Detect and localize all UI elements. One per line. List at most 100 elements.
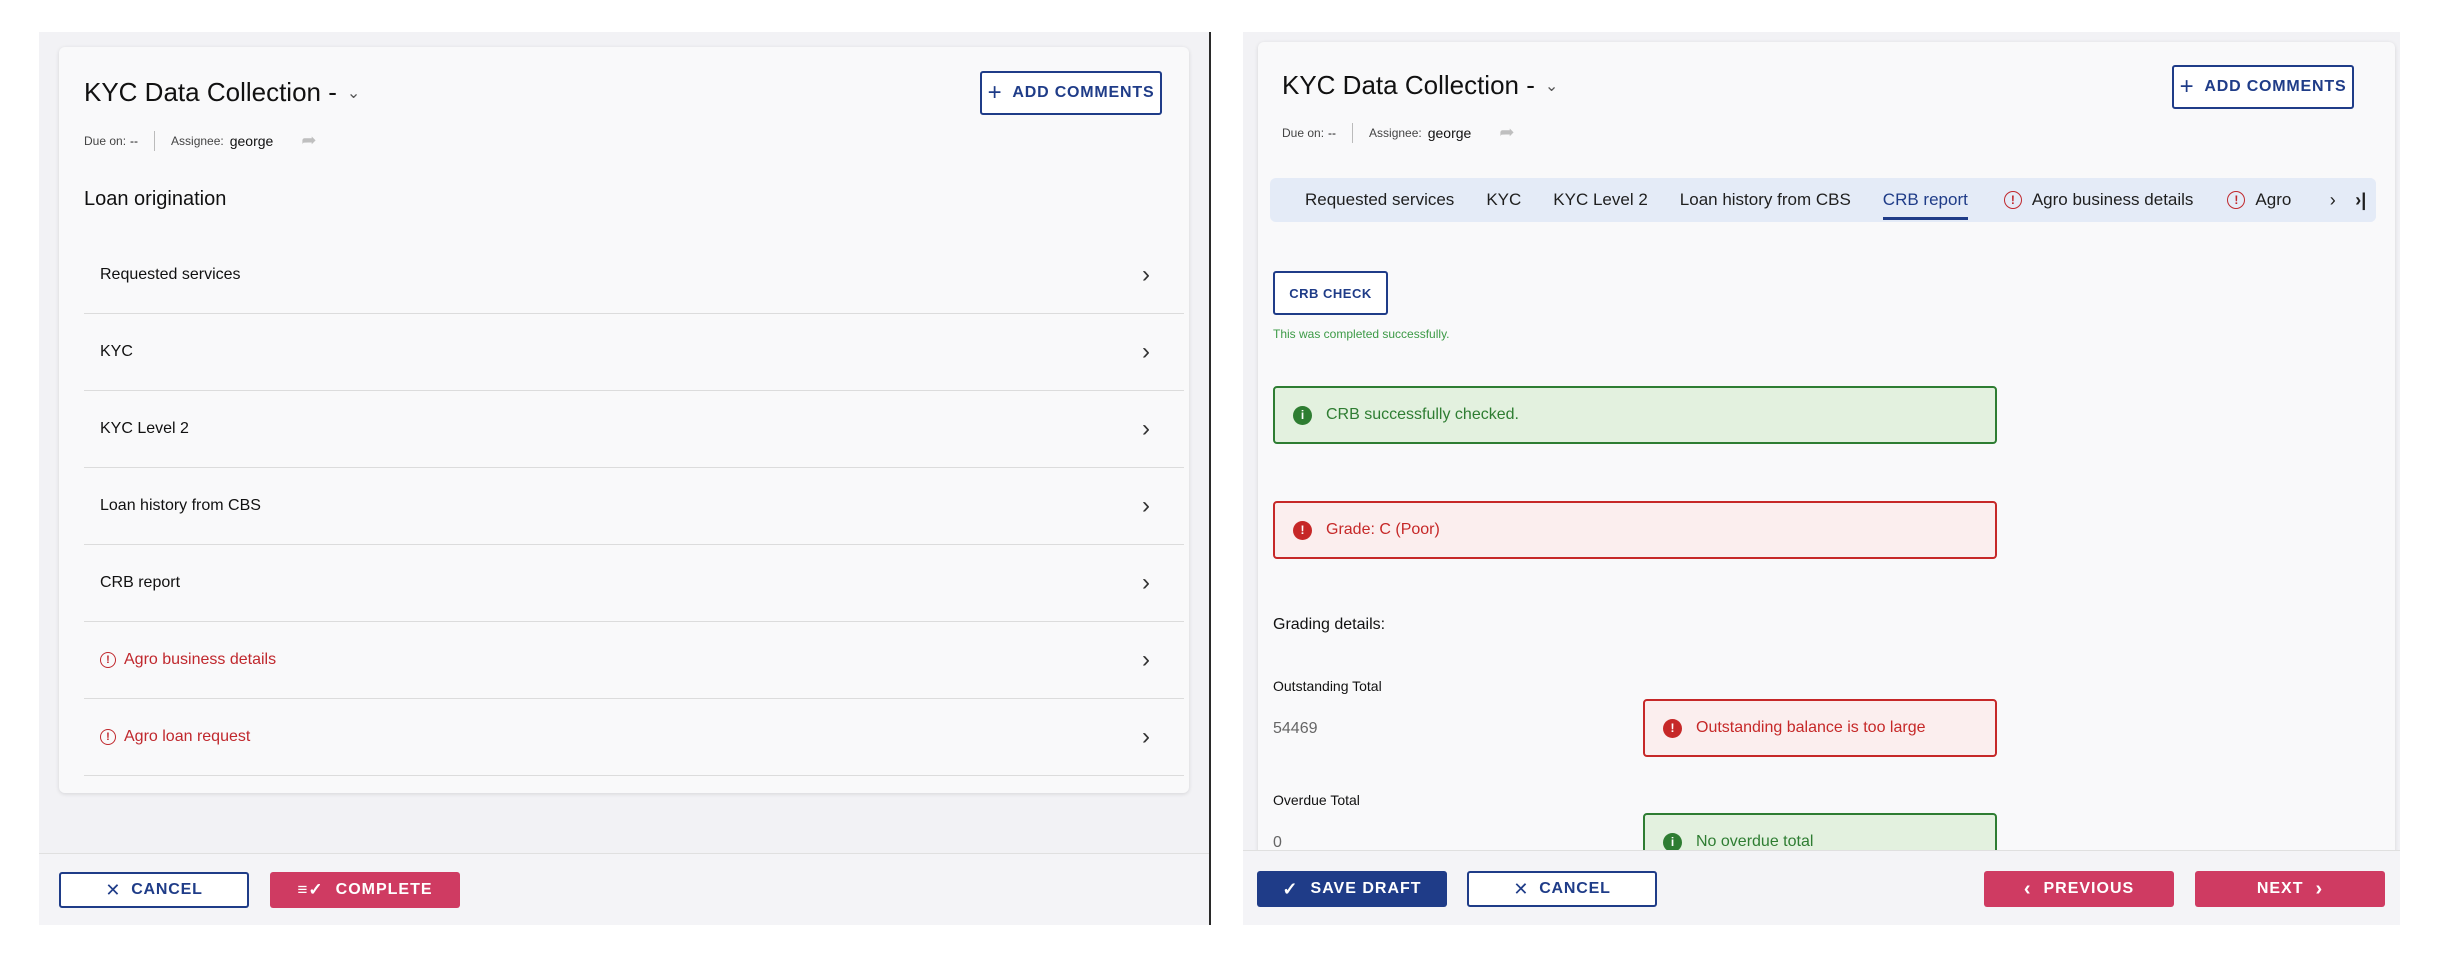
list-item-loan-history[interactable]: Loan history from CBS ›	[84, 468, 1184, 545]
left-panel: KYC Data Collection - ⌄ Due on: -- Assig…	[39, 32, 1211, 925]
cancel-label: CANCEL	[1539, 880, 1611, 897]
tab-loan-history[interactable]: Loan history from CBS	[1664, 178, 1867, 222]
complete-label: COMPLETE	[335, 881, 433, 898]
due-value: --	[130, 133, 139, 148]
list-item-crb-report[interactable]: CRB report ›	[84, 545, 1184, 622]
task-meta: Due on: -- Assignee: george ➦	[84, 130, 316, 151]
assignee-value: george	[1427, 124, 1472, 141]
panel-divider	[1209, 32, 1211, 925]
list-item-kyc-level-2[interactable]: KYC Level 2 ›	[84, 391, 1184, 468]
alert-text: Outstanding balance is too large	[1696, 719, 1926, 736]
list-item-kyc[interactable]: KYC ›	[84, 314, 1184, 391]
success-icon: i	[1663, 832, 1682, 852]
completed-message: This was completed successfully.	[1273, 327, 1450, 341]
crb-success-alert: i CRB successfully checked.	[1273, 386, 1997, 444]
tab-label: Agro	[2255, 190, 2292, 209]
tab-label: KYC	[1486, 190, 1522, 209]
last-page-icon[interactable]: ›|	[2355, 190, 2366, 211]
previous-label: PREVIOUS	[2043, 880, 2135, 897]
task-card: KYC Data Collection - ⌄ Due on: -- Assig…	[59, 47, 1189, 793]
tab-agro-business-details[interactable]: ! Agro business details	[1984, 178, 2210, 222]
add-comments-button[interactable]: + ADD COMMENTS	[980, 71, 1162, 115]
tab-crb-report[interactable]: CRB report	[1867, 178, 1984, 222]
assignee-label: Assignee:	[171, 133, 224, 148]
tab-scroll-controls: › ›|	[2320, 178, 2376, 222]
task-title-text: KYC Data Collection -	[84, 77, 337, 107]
list-item-label: Agro loan request	[124, 728, 251, 745]
check-icon: ✓	[1282, 878, 1299, 899]
list-item-agro-loan-request[interactable]: ! Agro loan request ›	[84, 699, 1184, 776]
error-icon: !	[1293, 520, 1312, 540]
tab-label: CRB report	[1882, 190, 1968, 209]
save-draft-label: SAVE DRAFT	[1310, 880, 1422, 897]
success-icon: i	[1293, 405, 1312, 425]
tab-label: Agro business details	[2031, 190, 2194, 209]
list-item-label: KYC	[100, 343, 133, 360]
meta-divider	[154, 130, 156, 151]
task-title-text: KYC Data Collection -	[1282, 70, 1535, 100]
error-icon: !	[2227, 191, 2246, 209]
left-footer: ✕ CANCEL ≡✓ COMPLETE	[39, 853, 1211, 925]
error-icon: !	[1663, 718, 1682, 738]
crb-check-button[interactable]: CRB CHECK	[1273, 271, 1388, 315]
chevron-right-icon: ›	[1142, 338, 1150, 365]
list-item-agro-business-details[interactable]: ! Agro business details ›	[84, 622, 1184, 699]
assignee-label: Assignee:	[1369, 125, 1422, 140]
next-button[interactable]: NEXT ›	[2195, 871, 2385, 907]
chevron-right-icon[interactable]: ›	[2330, 190, 2336, 211]
crb-check-label: CRB CHECK	[1289, 285, 1372, 301]
tab-kyc-level-2[interactable]: KYC Level 2	[1537, 178, 1664, 222]
alert-text: CRB successfully checked.	[1326, 406, 1519, 423]
list-item-label: Agro business details	[124, 651, 277, 668]
alert-text: Grade: C (Poor)	[1326, 521, 1440, 538]
section-title: Loan origination	[84, 188, 227, 210]
close-icon: ✕	[105, 879, 122, 900]
tab-label: Requested services	[1305, 190, 1455, 209]
due-label: Due on:	[84, 133, 127, 148]
close-icon: ✕	[1513, 878, 1530, 899]
cancel-button[interactable]: ✕ CANCEL	[1467, 871, 1657, 907]
next-label: NEXT	[2256, 880, 2304, 897]
chevron-right-icon: ›	[1142, 569, 1150, 596]
outstanding-total-value: 54469	[1273, 720, 1318, 737]
error-icon: !	[100, 729, 116, 745]
task-title[interactable]: KYC Data Collection - ⌄	[1282, 70, 1558, 101]
task-card: KYC Data Collection - ⌄ Due on: -- Assig…	[1258, 42, 2395, 925]
task-title[interactable]: KYC Data Collection - ⌄	[84, 77, 360, 108]
tabs-bar: Requested services KYC KYC Level 2 Loan …	[1270, 178, 2376, 222]
share-icon[interactable]: ➦	[301, 130, 316, 151]
cancel-button[interactable]: ✕ CANCEL	[59, 872, 249, 908]
chevron-right-icon: ›	[1142, 261, 1150, 288]
outstanding-total-label: Outstanding Total	[1273, 678, 1382, 694]
chevron-left-icon: ‹	[2023, 877, 2032, 900]
list-item-requested-services[interactable]: Requested services ›	[84, 237, 1184, 314]
add-comments-button[interactable]: + ADD COMMENTS	[2172, 65, 2354, 109]
chevron-right-icon: ›	[1142, 415, 1150, 442]
save-draft-button[interactable]: ✓ SAVE DRAFT	[1257, 871, 1447, 907]
previous-button[interactable]: ‹ PREVIOUS	[1984, 871, 2174, 907]
error-icon: !	[100, 652, 116, 668]
cancel-label: CANCEL	[131, 881, 203, 898]
tab-requested-services[interactable]: Requested services	[1270, 178, 1470, 222]
grade-alert: ! Grade: C (Poor)	[1273, 501, 1997, 559]
tab-agro-loan-request[interactable]: ! Agro	[2209, 178, 2307, 222]
chevron-right-icon: ›	[1142, 646, 1150, 673]
chevron-down-icon[interactable]: ⌄	[1545, 76, 1558, 96]
right-footer: ✓ SAVE DRAFT ✕ CANCEL ‹ PREVIOUS NEXT ›	[1243, 850, 2400, 925]
tab-kyc[interactable]: KYC	[1470, 178, 1537, 222]
grading-details-heading: Grading details:	[1273, 616, 1386, 633]
plus-icon: +	[2179, 73, 2195, 100]
chevron-right-icon: ›	[1142, 723, 1150, 750]
outstanding-alert: ! Outstanding balance is too large	[1643, 699, 1997, 757]
tab-label: KYC Level 2	[1553, 190, 1648, 209]
list-item-label: KYC Level 2	[100, 420, 189, 437]
share-icon[interactable]: ➦	[1499, 122, 1514, 143]
complete-button[interactable]: ≡✓ COMPLETE	[270, 872, 460, 908]
alert-text: No overdue total	[1696, 833, 1814, 850]
meta-divider	[1352, 122, 1354, 143]
task-meta: Due on: -- Assignee: george ➦	[1282, 122, 1514, 143]
chevron-down-icon[interactable]: ⌄	[347, 83, 360, 103]
right-panel: KYC Data Collection - ⌄ Due on: -- Assig…	[1243, 32, 2400, 925]
checklist-icon: ≡✓	[297, 880, 324, 899]
due-value: --	[1328, 125, 1337, 140]
